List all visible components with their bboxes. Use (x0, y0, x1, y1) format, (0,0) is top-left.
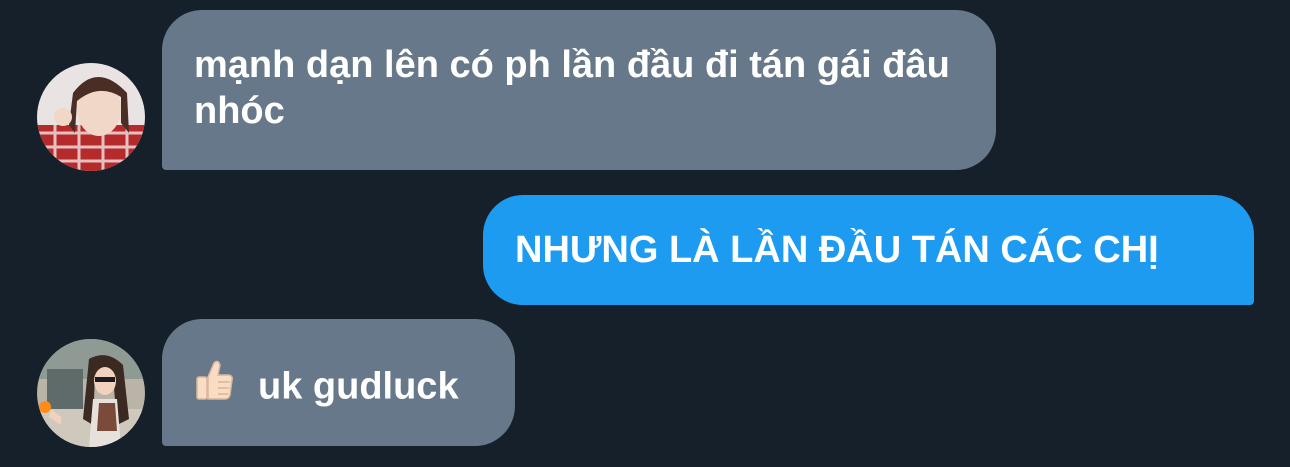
message-text: mạnh dạn lên có ph lần đầu đi tán gái đâ… (194, 44, 950, 132)
thumbs-up-icon (194, 359, 234, 414)
user-avatar-icon (37, 339, 145, 447)
message-bubble-incoming[interactable]: mạnh dạn lên có ph lần đầu đi tán gái đâ… (162, 10, 996, 170)
message-text: NHƯNG LÀ LẦN ĐẦU TÁN CÁC CHỊ (515, 229, 1159, 271)
sender-avatar[interactable] (37, 63, 145, 171)
message-bubble-incoming[interactable]: uk gudluck (162, 319, 515, 446)
message-bubble-outgoing[interactable]: NHƯNG LÀ LẦN ĐẦU TÁN CÁC CHỊ (483, 195, 1254, 305)
sender-avatar[interactable] (37, 339, 145, 447)
message-text: uk gudluck (258, 365, 459, 408)
user-avatar-icon (37, 63, 145, 171)
